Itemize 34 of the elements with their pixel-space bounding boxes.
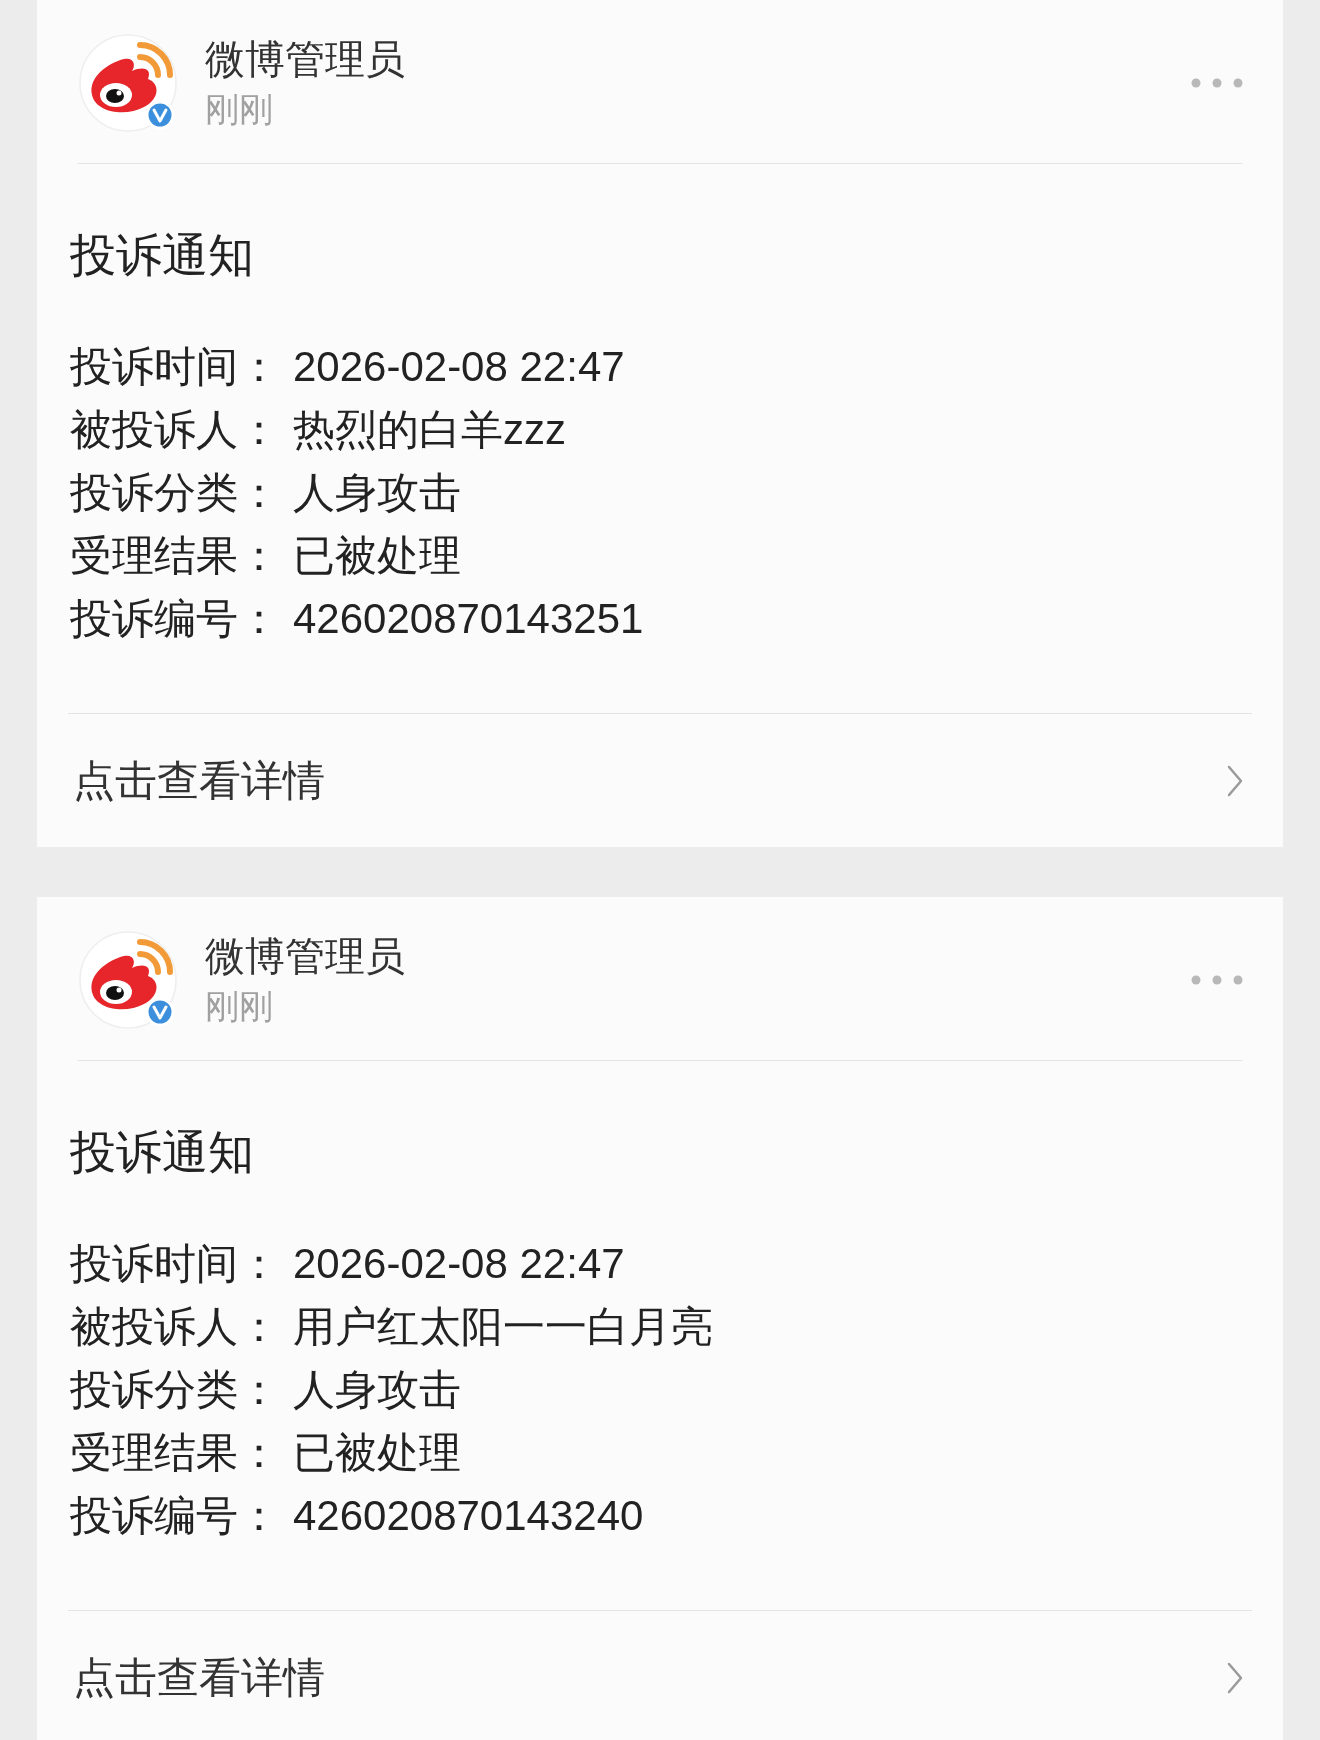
field-value: 426020870143251 [293,594,644,644]
field-label: 投诉编号： [70,594,281,644]
field-value: 426020870143240 [293,1491,644,1541]
logo-avatar-icon [78,930,178,1030]
logo-avatar-icon [78,33,178,133]
details-link[interactable]: 点击查看详情 [37,1611,1283,1740]
field-label: 投诉分类： [70,1365,281,1415]
chevron-right-icon [1227,764,1243,797]
sender-name: 微博管理员 [205,36,406,83]
field-value: 用户红太阳一一白月亮 [293,1302,713,1352]
field-label: 被投诉人： [70,405,281,455]
field-label: 投诉分类： [70,468,281,518]
field-label: 受理结果： [70,531,281,581]
post-time: 刚刚 [205,89,274,130]
field-value: 2026-02-08 22:47 [293,342,625,392]
field-value: 已被处理 [293,1428,461,1478]
details-link[interactable]: 点击查看详情 [37,714,1283,847]
field-label: 投诉时间： [70,1239,281,1289]
field-value: 热烈的白羊zzz [293,405,566,455]
post-time: 刚刚 [205,986,274,1027]
field-label: 投诉时间： [70,342,281,392]
chevron-right-icon [1227,1661,1243,1694]
more-icon[interactable] [1191,78,1243,88]
field-label: 投诉编号： [70,1491,281,1541]
field-value: 2026-02-08 22:47 [293,1239,625,1289]
field-value: 已被处理 [293,531,461,581]
field-label: 被投诉人： [70,1302,281,1352]
notice-title: 投诉通知 [69,1127,255,1177]
field-label: 受理结果： [70,1428,281,1478]
more-icon[interactable] [1191,975,1243,985]
sender-name: 微博管理员 [205,933,406,980]
field-value: 人身攻击 [293,468,461,518]
notice-title: 投诉通知 [69,230,255,280]
field-value: 人身攻击 [293,1365,461,1415]
